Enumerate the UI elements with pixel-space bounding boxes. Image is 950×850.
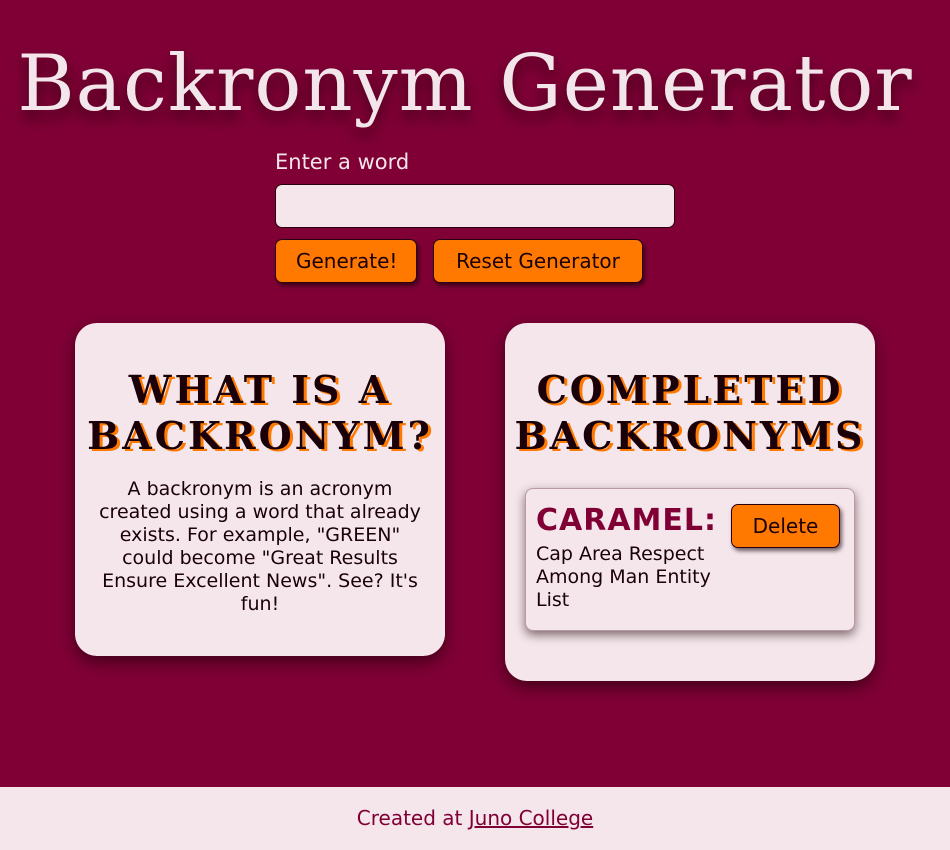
footer-link-juno-college[interactable]: Juno College xyxy=(469,806,593,830)
word-input-label: Enter a word xyxy=(275,150,410,174)
footer: Created at Juno College xyxy=(0,787,950,850)
completed-backronyms-card: COMPLETED BACKRONYMS CARAMEL: Cap Area R… xyxy=(505,323,875,681)
result-word: CARAMEL: xyxy=(536,503,718,538)
what-is-backronym-card: WHAT IS A BACKRONYM? A backronym is an a… xyxy=(75,323,445,656)
word-input[interactable] xyxy=(275,184,675,228)
info-card-heading: WHAT IS A BACKRONYM? xyxy=(87,367,433,458)
info-card-text: A backronym is an acronym created using … xyxy=(99,478,421,615)
delete-button[interactable]: Delete xyxy=(731,504,840,548)
result-phrase: Cap Area Respect Among Man Entity List xyxy=(536,543,711,611)
page-title: Backronym Generator xyxy=(17,39,913,129)
generate-button[interactable]: Generate! xyxy=(275,239,417,283)
backronym-result-item: CARAMEL: Cap Area Respect Among Man Enti… xyxy=(525,488,855,631)
form-buttons: Generate! Reset Generator xyxy=(275,239,675,283)
completed-card-heading: COMPLETED BACKRONYMS xyxy=(514,367,866,458)
reset-generator-button[interactable]: Reset Generator xyxy=(433,239,643,283)
word-form: Enter a word Generate! Reset Generator xyxy=(275,150,675,283)
footer-prefix: Created at xyxy=(356,806,469,830)
